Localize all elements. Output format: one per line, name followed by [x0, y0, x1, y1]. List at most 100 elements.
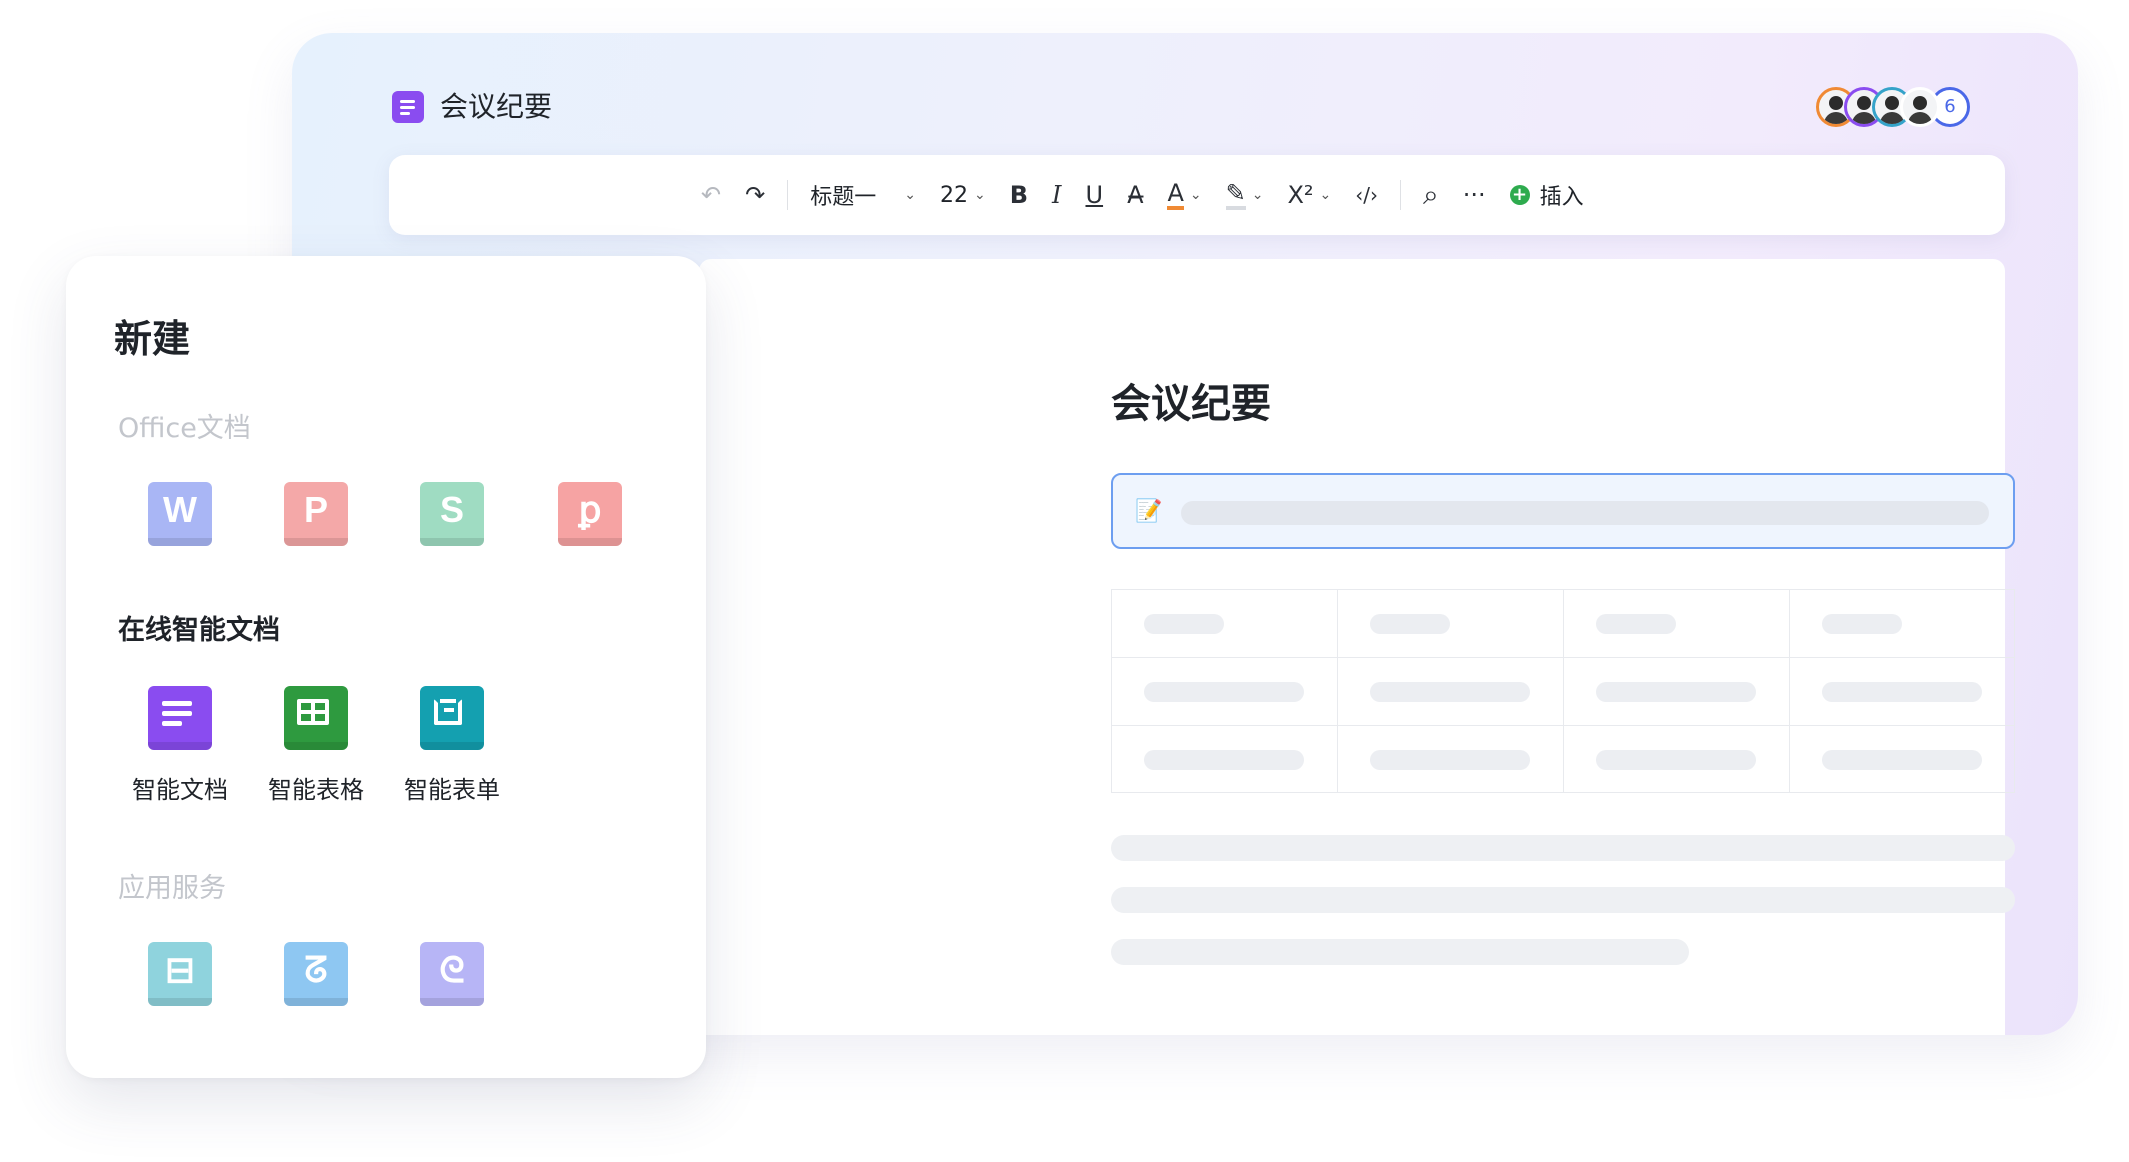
text-placeholder	[1596, 614, 1676, 634]
redo-button[interactable]: ↷	[733, 175, 777, 215]
heading-style-label: 标题一	[810, 185, 877, 210]
app-service-glyph: ⊟	[164, 949, 196, 990]
document-table[interactable]	[1111, 589, 2015, 793]
document-title[interactable]: 会议纪要	[1111, 371, 1271, 429]
strikethrough-icon: A̶	[1127, 181, 1144, 209]
app-service-icon[interactable]: ᘔ	[284, 942, 348, 1006]
text-placeholder	[1822, 614, 1902, 634]
font-color-icon: A	[1167, 180, 1184, 210]
section-label-office: Office文档	[118, 413, 251, 444]
smart-form-icon[interactable]	[420, 686, 484, 750]
table-cell[interactable]	[1338, 658, 1564, 726]
smart-doc-icon[interactable]	[148, 686, 212, 750]
chevron-down-icon: ⌄	[904, 187, 916, 203]
text-placeholder	[1111, 939, 1689, 965]
undo-button[interactable]: ↶	[689, 175, 733, 215]
powerpoint-glyph: P	[303, 489, 328, 530]
more-icon: ···	[1462, 181, 1486, 209]
table-cell[interactable]	[1790, 726, 2015, 793]
smart-sheet-icon[interactable]	[284, 686, 348, 750]
heading-style-dropdown[interactable]: 标题一 ⌄	[798, 175, 928, 215]
text-placeholder	[1822, 682, 1982, 702]
table-cell[interactable]	[1564, 658, 1790, 726]
insert-button[interactable]: + 插入	[1498, 175, 1596, 215]
chevron-down-icon: ⌄	[1251, 187, 1264, 203]
section-label-apps: 应用服务	[118, 873, 226, 904]
spreadsheet-icon[interactable]: S	[420, 482, 484, 546]
table-cell[interactable]	[1564, 726, 1790, 793]
italic-button[interactable]: I	[1040, 175, 1073, 215]
new-document-panel: 新建 Office文档 W P S ꝑ 在线智能文档 智能文档 智能表格 智能表…	[66, 256, 706, 1078]
memo-icon: 📝	[1135, 499, 1163, 524]
text-placeholder	[1370, 750, 1530, 770]
document-canvas[interactable]: 会议纪要 📝	[699, 259, 2015, 1035]
font-size-dropdown[interactable]: 22 ⌄	[928, 175, 998, 215]
underline-button[interactable]: U	[1073, 175, 1115, 215]
superscript-icon: X²	[1287, 181, 1314, 209]
underline-icon: U	[1085, 181, 1104, 209]
document-icon	[392, 91, 424, 123]
text-placeholder	[1370, 682, 1530, 702]
text-placeholder	[1181, 501, 1989, 525]
superscript-dropdown[interactable]: X² ⌄	[1275, 175, 1343, 215]
table-cell[interactable]	[1338, 590, 1564, 658]
text-placeholder	[1144, 614, 1224, 634]
text-placeholder	[1111, 887, 2015, 913]
table-cell[interactable]	[1112, 590, 1338, 658]
chevron-down-icon: ⌄	[1189, 187, 1202, 203]
app-service-glyph: ᘔ	[304, 949, 328, 990]
panel-title: 新建	[114, 317, 191, 361]
plus-circle-icon: +	[1509, 185, 1530, 205]
spreadsheet-glyph: S	[439, 489, 464, 530]
redo-icon: ↷	[745, 181, 766, 209]
search-button[interactable]: ⌕	[1411, 175, 1451, 215]
bold-icon: B	[1009, 181, 1028, 209]
toolbar-divider	[787, 180, 789, 210]
avatar[interactable]	[1900, 87, 1940, 127]
text-placeholder	[1596, 750, 1756, 770]
table-cell[interactable]	[1338, 726, 1564, 793]
app-service-icon[interactable]: ⊟	[148, 942, 212, 1006]
highlight-dropdown[interactable]: ✎ ⌄	[1214, 175, 1276, 215]
word-glyph: W	[163, 489, 197, 530]
bold-button[interactable]: B	[998, 175, 1040, 215]
smart-form-label[interactable]: 智能表单	[392, 770, 512, 805]
chevron-down-icon: ⌄	[973, 187, 986, 203]
highlighter-icon: ✎	[1225, 180, 1246, 210]
font-color-dropdown[interactable]: A ⌄	[1155, 175, 1213, 215]
italic-icon: I	[1052, 181, 1062, 209]
collaborator-avatars[interactable]: 6	[1816, 87, 1970, 129]
undo-icon: ↶	[701, 181, 722, 209]
text-placeholder	[1370, 614, 1450, 634]
smart-sheet-label[interactable]: 智能表格	[256, 770, 376, 805]
powerpoint-icon[interactable]: P	[284, 482, 348, 546]
more-button[interactable]: ···	[1451, 175, 1498, 215]
app-service-glyph: ᘓ	[439, 949, 465, 990]
text-placeholder	[1144, 750, 1304, 770]
strikethrough-button[interactable]: A̶	[1115, 175, 1155, 215]
code-icon: ‹/›	[1355, 183, 1379, 207]
text-placeholder	[1822, 750, 1982, 770]
table-cell[interactable]	[1112, 726, 1338, 793]
smart-doc-label[interactable]: 智能文档	[120, 770, 240, 805]
word-icon[interactable]: W	[148, 482, 212, 546]
code-button[interactable]: ‹/›	[1343, 175, 1390, 215]
app-service-icon[interactable]: ᘓ	[420, 942, 484, 1006]
table-cell[interactable]	[1790, 658, 2015, 726]
search-icon: ⌕	[1423, 178, 1439, 211]
pdf-icon[interactable]: ꝑ	[558, 482, 622, 546]
text-placeholder	[1596, 682, 1756, 702]
chevron-down-icon: ⌄	[1319, 187, 1332, 203]
table-cell[interactable]	[1564, 590, 1790, 658]
toolbar-divider	[1400, 180, 1402, 210]
table-cell[interactable]	[1112, 658, 1338, 726]
text-placeholder	[1144, 682, 1304, 702]
document-header-title: 会议纪要	[440, 90, 553, 123]
table-cell[interactable]	[1790, 590, 2015, 658]
pdf-glyph: ꝑ	[578, 489, 602, 530]
insert-label: 插入	[1539, 185, 1584, 210]
formatting-toolbar: ↶ ↷ 标题一 ⌄ 22 ⌄ B I U A̶ A ⌄ ✎ ⌄ X² ⌄ ‹/›…	[389, 155, 2005, 235]
text-placeholder	[1111, 835, 2015, 861]
section-label-online: 在线智能文档	[118, 615, 280, 646]
callout-block[interactable]: 📝	[1111, 473, 2015, 549]
